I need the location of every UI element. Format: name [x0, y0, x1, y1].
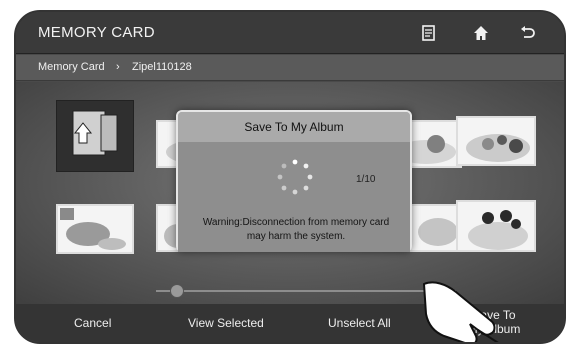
view-selected-button[interactable]: View Selected	[188, 316, 264, 330]
photo-thumbnail[interactable]	[56, 204, 134, 254]
chevron-right-icon: ›	[116, 61, 120, 73]
save-progress-dialog: Save To My Album 1/10 Warning:Disconnect…	[176, 110, 412, 252]
warning-message: Warning:Disconnection from memory card m…	[186, 216, 406, 244]
home-icon[interactable]	[470, 22, 492, 44]
photo-thumbnail[interactable]	[456, 200, 536, 252]
warning-line-1: Warning:Disconnection from memory card	[202, 217, 390, 228]
breadcrumb: Memory Card › Zipel110128	[16, 55, 564, 81]
back-icon[interactable]	[516, 22, 538, 44]
photo-thumbnail[interactable]	[456, 116, 536, 166]
device-screen: MEMORY CARD Memory Card › Zipel110128 Sa…	[14, 10, 566, 344]
folder-up-button[interactable]	[56, 100, 134, 172]
loading-spinner-icon	[276, 158, 314, 196]
pointing-hand-icon	[416, 274, 512, 342]
cancel-button[interactable]: Cancel	[74, 316, 111, 330]
dialog-title: Save To My Album	[178, 112, 410, 142]
header-bar: MEMORY CARD	[16, 12, 564, 54]
breadcrumb-item-folder: Zipel110128	[132, 61, 192, 73]
notes-icon[interactable]	[418, 22, 440, 44]
progress-counter: 1/10	[356, 174, 376, 185]
unselect-all-button[interactable]: Unselect All	[328, 316, 391, 330]
scroll-track	[156, 290, 456, 292]
breadcrumb-item-memory-card[interactable]: Memory Card	[38, 61, 105, 73]
page-title: MEMORY CARD	[38, 24, 155, 41]
scroll-thumb[interactable]	[170, 284, 184, 298]
dialog-body: 1/10 Warning:Disconnection from memory c…	[178, 142, 410, 252]
warning-line-2: may harm the system.	[246, 231, 346, 242]
